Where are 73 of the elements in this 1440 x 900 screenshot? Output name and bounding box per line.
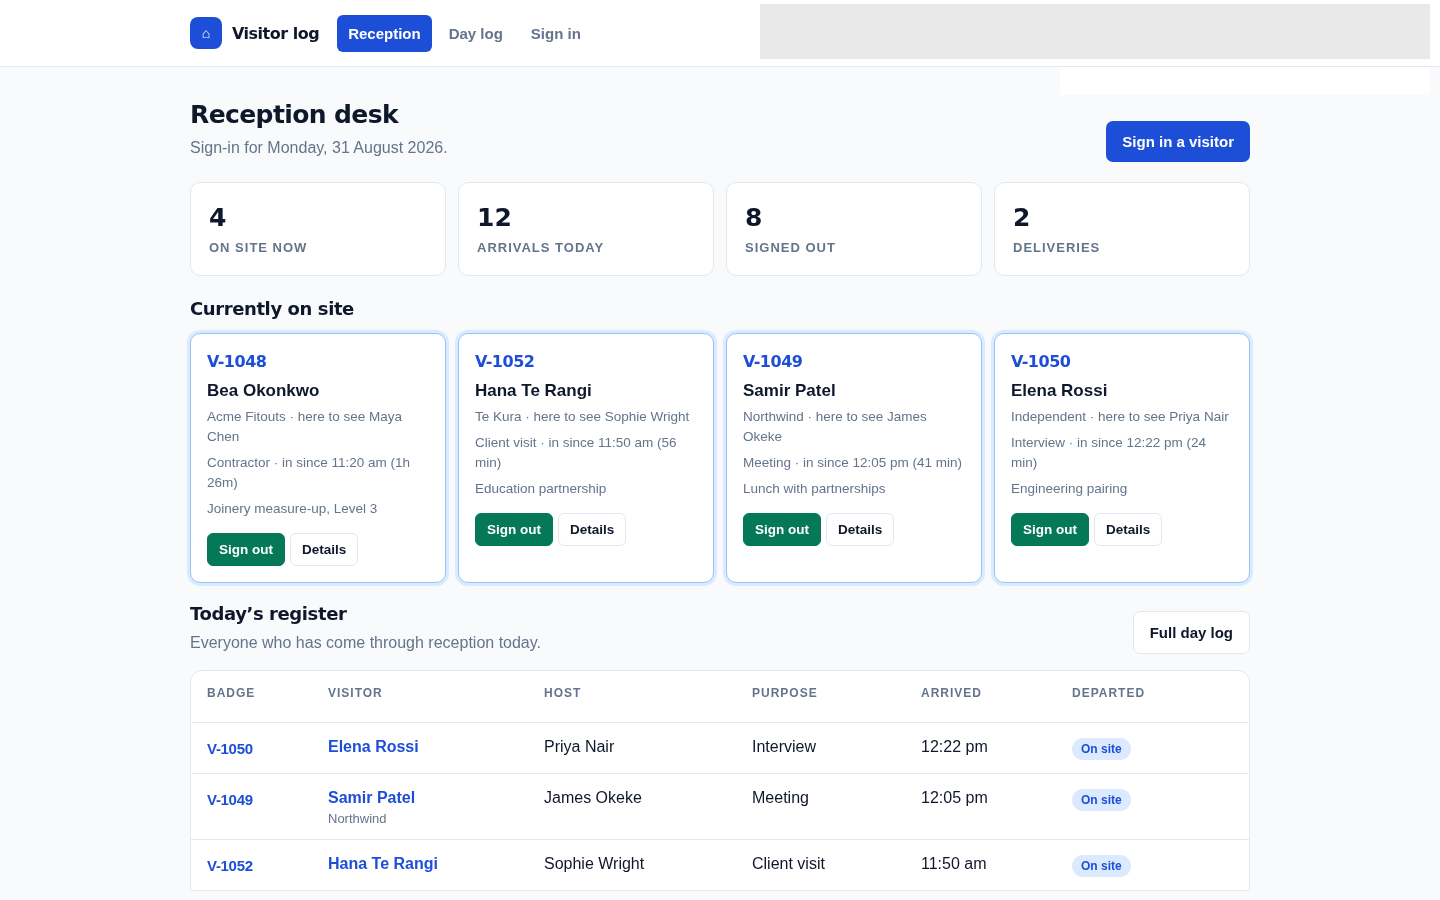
badge-number: V-1050 [1011,352,1071,371]
visitor-name: Hana Te Rangi [475,381,592,401]
details-button[interactable]: Details [1094,513,1163,546]
nav-tab[interactable]: Sign in [519,14,592,52]
stat-label: ON SITE NOW [209,239,309,255]
visit-info: Interview · in since 12:22 pm (24 min) [1011,434,1208,472]
section-title: Currently on site [190,298,355,319]
visit-info: Contractor · in since 11:20 am (1h 26m) [207,454,412,492]
visitor-host: Acme Fitouts · here to see Maya Chen [207,408,404,446]
home-icon: ⌂ [190,17,222,49]
visitor-link[interactable]: Hana Te Rangi [328,855,438,873]
visitor-host: Northwind · here to see James Okeke [743,408,928,446]
badge-link[interactable]: V-1050 [207,738,328,757]
visitor-link[interactable]: Elena Rossi [328,738,419,756]
table-cell-text: James Okeke [544,789,643,807]
status-badge: On site [1072,789,1131,811]
stat-value: 12 [477,203,513,232]
nav-tab[interactable]: Day log [437,14,514,52]
table-cell-text: Client visit [752,855,826,873]
details-button[interactable]: Details [826,513,895,546]
visit-note: Engineering pairing [1011,480,1128,498]
sign-out-button[interactable]: Sign out [475,513,553,546]
section-title: Today’s register [190,603,348,624]
nav-tab[interactable]: Reception [337,14,432,52]
visit-note: Joinery measure-up, Level 3 [207,500,378,518]
table-cell-text: Sophie Wright [544,855,646,873]
sign-in-visitor-button[interactable]: Sign in a visitor [1106,121,1250,162]
status-badge: On site [1072,855,1131,877]
visitor-name: Elena Rossi [1011,381,1108,401]
visitor-name: Bea Okonkwo [207,381,320,401]
visit-note: Education partnership [475,480,607,498]
visitor-host: Te Kura · here to see Sophie Wright [475,408,690,426]
sign-out-button[interactable]: Sign out [207,533,285,566]
stat-value: 4 [209,203,228,232]
table-cell-text: 11:50 am [921,855,988,873]
column-header: BADGE [207,686,257,700]
table-cell-text: Priya Nair [544,738,616,756]
stat-value: 8 [745,203,764,232]
column-header: HOST [544,686,583,700]
details-button[interactable]: Details [558,513,627,546]
sign-out-button[interactable]: Sign out [1011,513,1089,546]
stat-label: SIGNED OUT [745,239,837,255]
badge-number: V-1048 [207,352,267,371]
visitor-host: Independent · here to see Priya Nair [1011,408,1229,426]
table-cell-text: 12:05 pm [921,789,989,807]
visitor-link[interactable]: Samir Patel [328,789,416,807]
table-cell-text: Meeting [752,789,810,807]
page-title: Reception desk [190,99,400,131]
status-badge: On site [1072,738,1131,760]
column-header: ARRIVED [921,686,983,700]
details-button[interactable]: Details [290,533,359,566]
visitor-company: Northwind [328,811,387,826]
column-header: VISITOR [328,686,384,700]
table-cell-text: Interview [752,738,818,756]
column-header: PURPOSE [752,686,819,700]
full-day-log-button[interactable]: Full day log [1132,611,1250,654]
visit-info: Client visit · in since 11:50 am (56 min) [475,434,678,472]
visit-note: Lunch with partnerships [743,480,886,498]
page-subtitle: Sign-in for Monday, 31 August 2026. [190,139,448,157]
column-header: DEPARTED [1072,686,1147,700]
stat-value: 2 [1013,203,1032,232]
sign-out-button[interactable]: Sign out [743,513,821,546]
badge-number: V-1049 [743,352,803,371]
badge-link[interactable]: V-1052 [207,855,328,874]
stat-label: ARRIVALS TODAY [477,239,606,255]
stat-label: DELIVERIES [1013,239,1102,255]
section-subtitle: Everyone who has come through reception today. [190,634,542,652]
visitor-name: Samir Patel [743,381,836,401]
table-cell-text: 12:22 pm [921,738,989,756]
badge-link[interactable]: V-1049 [207,789,328,808]
badge-number: V-1052 [475,352,535,371]
visit-info: Meeting · in since 12:05 pm (41 min) [743,454,963,472]
brand-name: Visitor log [232,23,320,43]
